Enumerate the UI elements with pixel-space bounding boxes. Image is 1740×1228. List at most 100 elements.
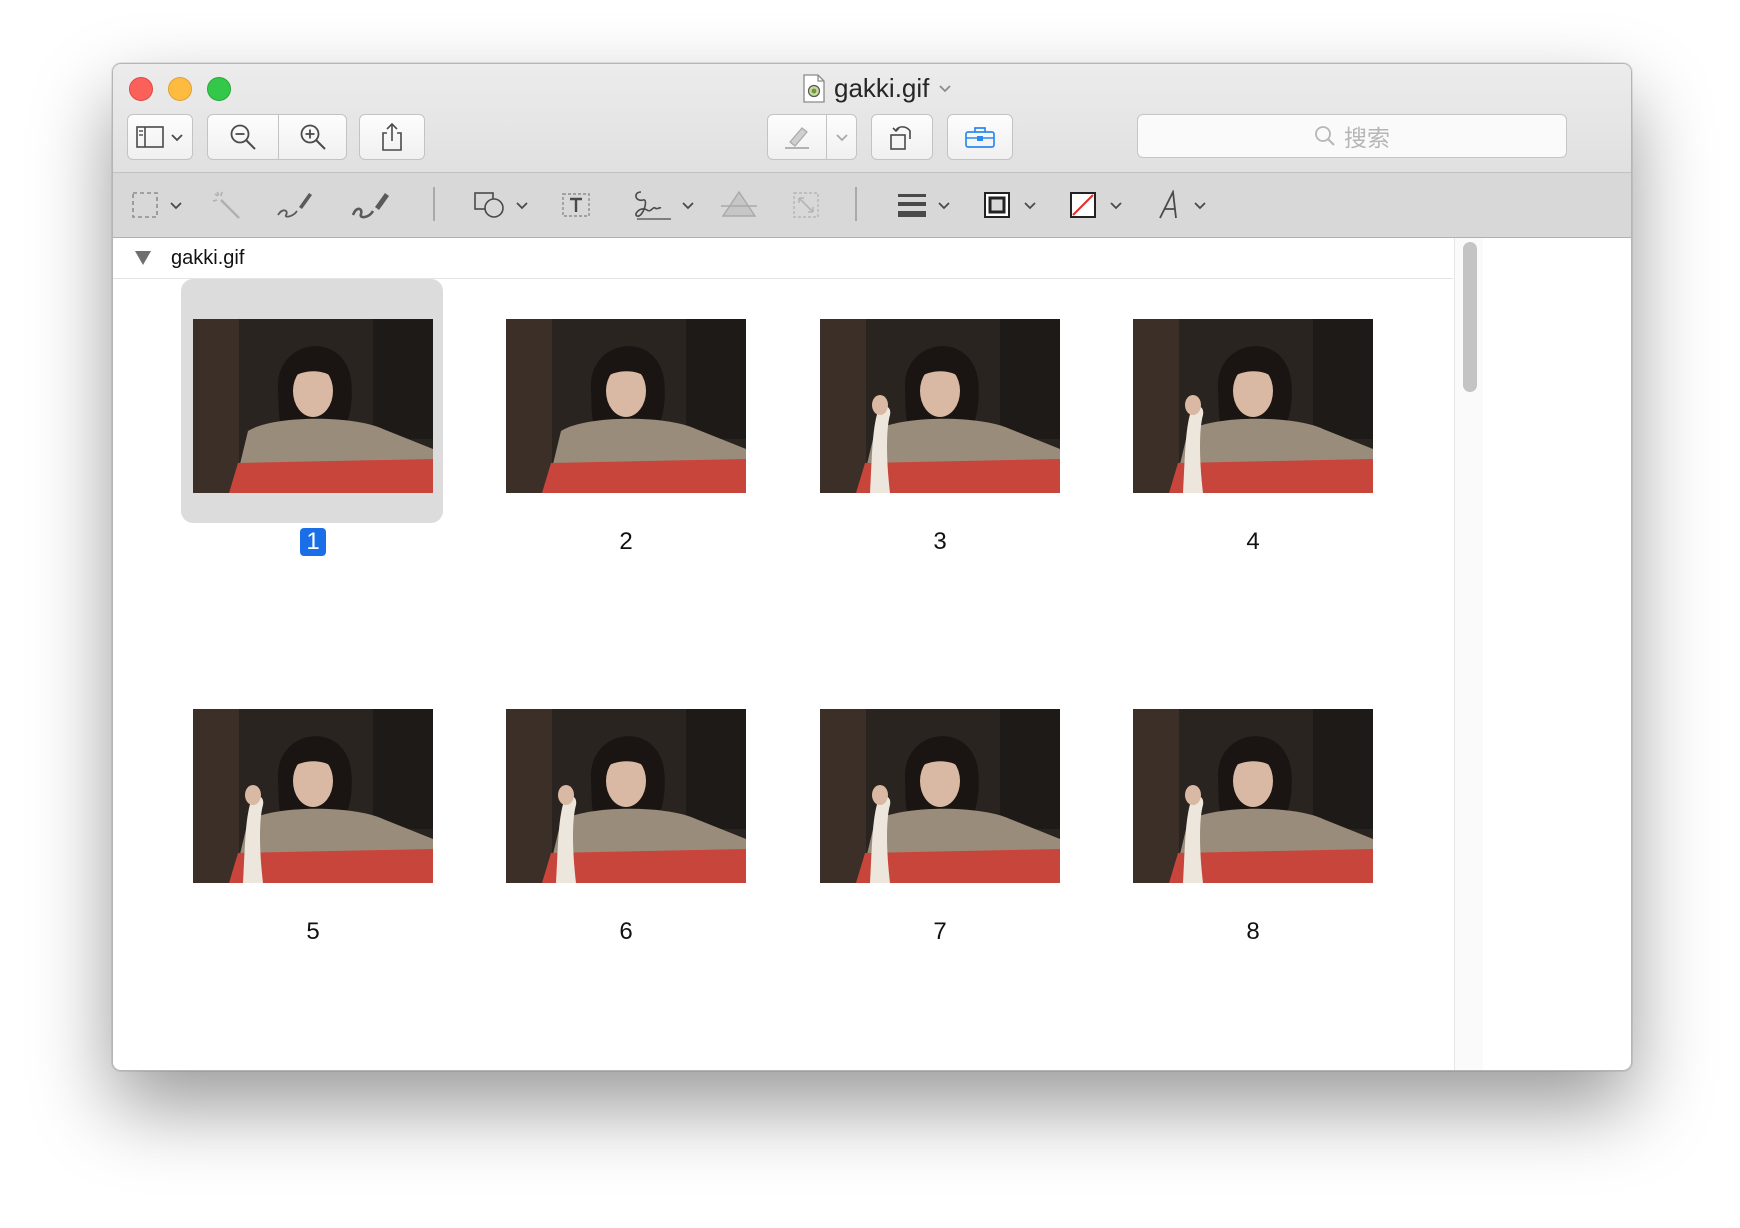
border-color-tool[interactable] [983, 183, 1037, 227]
text-style-tool[interactable] [1157, 183, 1207, 227]
frame-thumbnail[interactable] [820, 319, 1060, 493]
instant-alpha-tool[interactable] [211, 183, 243, 227]
frame-number: 6 [619, 918, 633, 945]
window-title[interactable]: gakki.gif [803, 72, 952, 104]
border-color-icon [984, 192, 1010, 218]
search-icon [1315, 126, 1335, 146]
frame-number-label: 8 [1133, 915, 1373, 949]
toolbox-icon [965, 127, 995, 148]
zoom-out-icon [230, 124, 256, 150]
fill-color-icon [1070, 192, 1096, 218]
highlight-options-button[interactable] [826, 115, 858, 159]
frame-number-label: 3 [820, 525, 1060, 559]
frame-number-label: 5 [193, 915, 433, 949]
sketch-tool[interactable] [275, 183, 315, 227]
frame-image [193, 709, 433, 883]
adjust-size-icon [793, 192, 819, 218]
highlighter-icon [785, 127, 809, 149]
chevron-down-icon [170, 202, 182, 210]
frame-image [1133, 709, 1373, 883]
frame-number: 7 [933, 918, 947, 945]
highlight-button[interactable] [768, 115, 827, 159]
frame-number: 4 [1246, 528, 1260, 555]
chevron-down-icon [836, 134, 848, 142]
chevron-down-icon[interactable] [938, 83, 952, 93]
document-name: gakki.gif [171, 246, 245, 269]
frame-number: 2 [619, 528, 633, 555]
sign-tool[interactable] [631, 183, 695, 227]
zoom-button-group [207, 114, 347, 160]
frame-thumbnail[interactable] [1133, 709, 1373, 883]
frame-image [1133, 319, 1373, 493]
shape-style-tool[interactable] [897, 183, 951, 227]
frame-number: 5 [306, 918, 320, 945]
frame-image [193, 319, 433, 493]
adjust-color-icon [721, 190, 757, 217]
rectangular-selection-icon [132, 192, 158, 218]
zoom-out-button[interactable] [208, 115, 279, 159]
chevron-down-icon [938, 202, 950, 210]
frame-image [506, 709, 746, 883]
sketch-icon [277, 193, 312, 218]
highlight-button-group [767, 114, 857, 160]
frame-number-label: 1 [193, 525, 433, 559]
document-group-header[interactable]: gakki.gif [113, 238, 1453, 279]
frame-number-label: 7 [820, 915, 1060, 949]
frame-grid: 1 2 3 4 5 6 7 8 [113, 279, 1453, 1070]
sign-icon [635, 191, 671, 220]
share-icon [382, 122, 402, 151]
markup-toolbox-button[interactable] [947, 114, 1013, 160]
adjust-size-tool[interactable] [791, 183, 821, 227]
text-tool[interactable] [561, 183, 591, 227]
frame-image [820, 709, 1060, 883]
zoom-in-icon [300, 124, 326, 150]
draw-icon [351, 193, 389, 219]
scrollbar-thumb[interactable] [1463, 242, 1477, 392]
vertical-scrollbar[interactable] [1454, 238, 1483, 1070]
frame-thumbnail[interactable] [1133, 319, 1373, 493]
frame-thumbnail[interactable] [506, 709, 746, 883]
frame-number-label: 2 [506, 525, 746, 559]
shape-style-icon [898, 194, 926, 217]
window-title-text: gakki.gif [834, 72, 930, 103]
text-style-icon [1159, 190, 1177, 219]
toolbar-divider [433, 187, 435, 221]
titlebar: gakki.gif 搜索 [113, 64, 1631, 238]
chevron-down-icon [682, 202, 694, 210]
selection-tool[interactable] [131, 183, 183, 227]
shapes-icon [474, 192, 504, 218]
toolbar-divider [855, 187, 857, 221]
frame-thumbnail[interactable] [193, 319, 433, 493]
close-window-button[interactable] [129, 77, 153, 101]
search-field[interactable]: 搜索 [1137, 114, 1567, 158]
chevron-down-icon [1194, 202, 1206, 210]
frame-thumbnail[interactable] [506, 319, 746, 493]
adjust-color-tool[interactable] [719, 183, 759, 227]
minimize-window-button[interactable] [168, 77, 192, 101]
sidebar-toggle-button[interactable] [127, 114, 193, 160]
shapes-tool[interactable] [473, 183, 529, 227]
frame-number: 3 [933, 528, 947, 555]
fill-color-tool[interactable] [1069, 183, 1123, 227]
preview-document-icon [803, 73, 825, 103]
chevron-down-icon [171, 134, 183, 142]
draw-tool[interactable] [349, 183, 393, 227]
frame-number: 8 [1246, 918, 1260, 945]
search-placeholder: 搜索 [1344, 125, 1390, 151]
frame-image [506, 319, 746, 493]
preview-window: gakki.gif 搜索 gakki.gif 1 2 3 4 5 6 7 8 [112, 63, 1632, 1071]
zoom-window-button[interactable] [207, 77, 231, 101]
share-button[interactable] [359, 114, 425, 160]
frame-number-label: 4 [1133, 525, 1373, 559]
frame-number-label: 6 [506, 915, 746, 949]
frame-thumbnail[interactable] [820, 709, 1060, 883]
zoom-in-button[interactable] [278, 115, 348, 159]
markup-toolbar [113, 172, 1631, 237]
frame-number: 1 [300, 528, 326, 556]
chevron-down-icon [516, 202, 528, 210]
instant-alpha-icon [212, 191, 240, 219]
frame-thumbnail[interactable] [193, 709, 433, 883]
rotate-icon [890, 126, 911, 150]
rotate-button[interactable] [871, 114, 933, 160]
disclosure-triangle-icon[interactable] [135, 251, 151, 265]
